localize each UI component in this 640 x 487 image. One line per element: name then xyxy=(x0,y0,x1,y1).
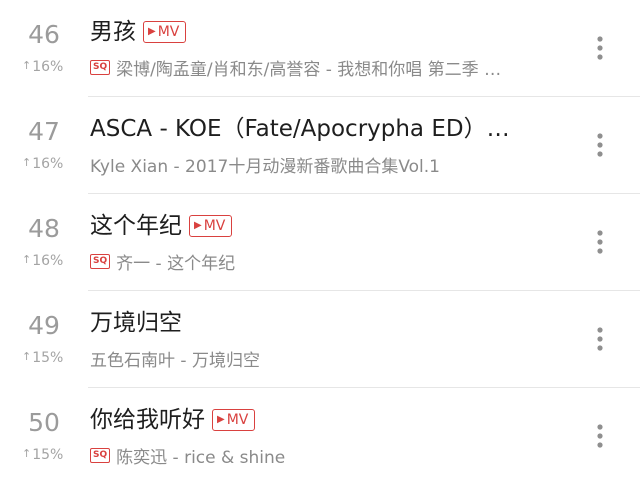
vertical-dots-icon xyxy=(597,230,603,254)
trend-percent: 16% xyxy=(32,59,64,75)
more-options-button[interactable] xyxy=(590,228,610,256)
song-artist-album: 梁博/陶孟童/肖和东/高誉容 - 我想和你唱 第二季 … xyxy=(116,59,502,80)
mv-button[interactable]: ▶ MV xyxy=(212,409,256,431)
vertical-dots-icon xyxy=(597,327,603,351)
rank-trend: ↑15% xyxy=(22,348,63,369)
song-artist-album: 齐一 - 这个年纪 xyxy=(116,253,236,274)
song-row[interactable]: 46 ↑16% 男孩 ▶ MV SQ 梁博/陶孟童/肖和东/高誉容 - 我想和你唱… xyxy=(0,0,640,97)
song-row[interactable]: 49 ↑15% 万境归空 五色石南叶 - 万境归空 xyxy=(0,291,640,388)
more-options-button[interactable] xyxy=(590,34,610,62)
mv-button[interactable]: ▶ MV xyxy=(143,21,187,43)
song-subtitle-line: 五色石南叶 - 万境归空 xyxy=(90,346,560,371)
mv-label: MV xyxy=(157,24,180,40)
song-title: 男孩 xyxy=(90,19,136,45)
song-row[interactable]: 50 ↑15% 你给我听好 ▶ MV SQ 陈奕迅 - rice & shine xyxy=(0,388,640,485)
song-title-line: 男孩 ▶ MV xyxy=(90,14,560,50)
song-row[interactable]: 48 ↑16% 这个年纪 ▶ MV SQ 齐一 - 这个年纪 xyxy=(0,194,640,291)
song-row[interactable]: 47 ↑16% ASCA - KOE（Fate/Apocrypha ED）… K… xyxy=(0,97,640,194)
song-rank: 48 xyxy=(28,214,60,243)
song-title-line: ASCA - KOE（Fate/Apocrypha ED）… xyxy=(90,111,560,147)
rank-trend: ↑16% xyxy=(22,57,63,78)
song-title-line: 你给我听好 ▶ MV xyxy=(90,402,560,438)
rank-trend: ↑15% xyxy=(22,445,63,466)
trend-percent: 16% xyxy=(32,156,64,172)
more-options-button[interactable] xyxy=(590,131,610,159)
rank-trend: ↑16% xyxy=(22,154,63,175)
song-title: 你给我听好 xyxy=(90,407,205,433)
arrow-up-icon: ↑ xyxy=(22,253,32,266)
song-title: 这个年纪 xyxy=(90,213,182,239)
arrow-up-icon: ↑ xyxy=(22,447,32,460)
sq-badge-icon: SQ xyxy=(90,447,111,463)
vertical-dots-icon xyxy=(597,133,603,157)
song-title-line: 万境归空 xyxy=(90,305,560,341)
play-triangle-icon: ▶ xyxy=(217,414,225,425)
sq-badge-icon: SQ xyxy=(90,253,111,269)
mv-label: MV xyxy=(203,218,226,234)
play-triangle-icon: ▶ xyxy=(194,220,202,231)
song-artist-album: 陈奕迅 - rice & shine xyxy=(116,447,286,468)
song-title-line: 这个年纪 ▶ MV xyxy=(90,208,560,244)
song-subtitle-line: SQ 梁博/陶孟童/肖和东/高誉容 - 我想和你唱 第二季 … xyxy=(90,55,560,80)
vertical-dots-icon xyxy=(597,424,603,448)
song-rank: 46 xyxy=(28,20,60,49)
sq-badge-icon: SQ xyxy=(90,59,111,75)
vertical-dots-icon xyxy=(597,36,603,60)
mv-label: MV xyxy=(226,412,249,428)
trend-percent: 15% xyxy=(32,447,64,463)
trend-percent: 16% xyxy=(32,253,64,269)
rank-trend: ↑16% xyxy=(22,251,63,272)
song-chart-list: 46 ↑16% 男孩 ▶ MV SQ 梁博/陶孟童/肖和东/高誉容 - 我想和你唱… xyxy=(0,0,640,487)
song-rank: 50 xyxy=(28,408,60,437)
song-artist-album: 五色石南叶 - 万境归空 xyxy=(90,350,260,371)
song-subtitle-line: Kyle Xian - 2017十月动漫新番歌曲合集Vol.1 xyxy=(90,152,560,177)
arrow-up-icon: ↑ xyxy=(22,350,32,363)
song-subtitle-line: SQ 齐一 - 这个年纪 xyxy=(90,249,560,274)
song-title: ASCA - KOE（Fate/Apocrypha ED）… xyxy=(90,116,510,142)
arrow-up-icon: ↑ xyxy=(22,156,32,169)
song-rank: 49 xyxy=(28,311,60,340)
more-options-button[interactable] xyxy=(590,325,610,353)
more-options-button[interactable] xyxy=(590,422,610,450)
arrow-up-icon: ↑ xyxy=(22,59,32,72)
trend-percent: 15% xyxy=(32,350,64,366)
song-subtitle-line: SQ 陈奕迅 - rice & shine xyxy=(90,443,560,468)
song-rank: 47 xyxy=(28,117,60,146)
mv-button[interactable]: ▶ MV xyxy=(189,215,233,237)
song-title: 万境归空 xyxy=(90,310,182,336)
song-artist-album: Kyle Xian - 2017十月动漫新番歌曲合集Vol.1 xyxy=(90,156,440,177)
play-triangle-icon: ▶ xyxy=(148,26,156,37)
